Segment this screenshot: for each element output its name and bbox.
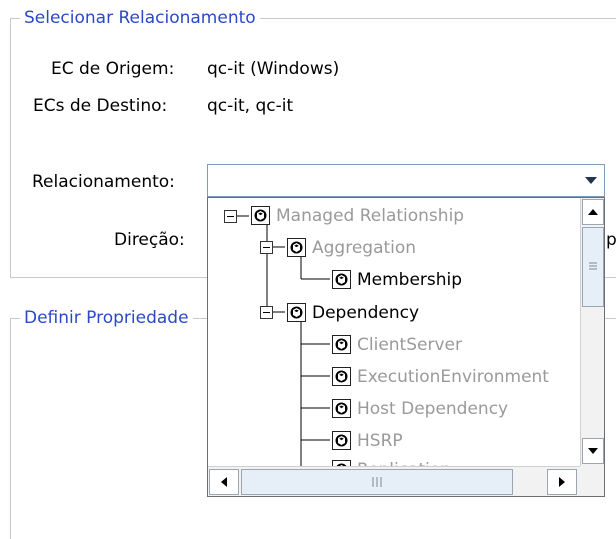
source-ci-label: EC de Origem: (51, 59, 175, 79)
horizontal-scrollbar[interactable] (208, 466, 580, 496)
relationship-type-icon (332, 399, 351, 418)
relationship-type-icon (332, 335, 351, 354)
grip-icon (372, 477, 382, 487)
destination-cis-label: ECs de Destino: (33, 96, 168, 116)
vertical-scrollbar[interactable] (580, 198, 604, 466)
relationship-type-icon (332, 270, 351, 289)
select-relationship-legend: Selecionar Relacionamento (20, 8, 260, 28)
relationship-tree[interactable]: Managed Relationship Aggregation Members… (208, 198, 580, 466)
relationship-label: Relacionamento: (32, 172, 175, 192)
relationship-type-icon (332, 367, 351, 386)
source-ci-value: qc-it (Windows) (207, 59, 340, 79)
collapse-toggle-aggregation[interactable] (260, 241, 273, 254)
relationship-type-icon (251, 206, 270, 225)
chevron-down-icon (585, 177, 597, 184)
relationship-dropdown-popup[interactable]: Managed Relationship Aggregation Members… (207, 197, 605, 497)
triangle-right-icon (559, 477, 565, 487)
relationship-type-icon (287, 238, 306, 257)
horizontal-scroll-thumb[interactable] (241, 469, 513, 495)
define-properties-legend: Definir Propriedade (20, 308, 193, 328)
vertical-scroll-thumb[interactable] (582, 227, 604, 307)
collapse-toggle-dependency[interactable] (260, 306, 273, 319)
collapse-toggle-managed-relationship[interactable] (224, 210, 237, 223)
relationship-type-icon (332, 431, 351, 450)
relationship-type-icon (287, 303, 306, 322)
scroll-up-button[interactable] (582, 199, 604, 225)
scroll-down-button[interactable] (582, 438, 604, 464)
relationship-combobox[interactable] (207, 164, 605, 197)
direction-value-partial: p (606, 230, 616, 250)
direction-label: Direção: (114, 230, 185, 250)
destination-cis-value: qc-it, qc-it (207, 96, 294, 116)
grip-icon (589, 262, 597, 270)
scroll-left-button[interactable] (209, 469, 239, 495)
combobox-dropdown-button[interactable] (578, 165, 604, 196)
triangle-up-icon (588, 209, 598, 215)
triangle-left-icon (221, 477, 227, 487)
scrollbar-corner (580, 466, 604, 496)
triangle-down-icon (588, 448, 598, 454)
scroll-right-button[interactable] (547, 469, 577, 495)
